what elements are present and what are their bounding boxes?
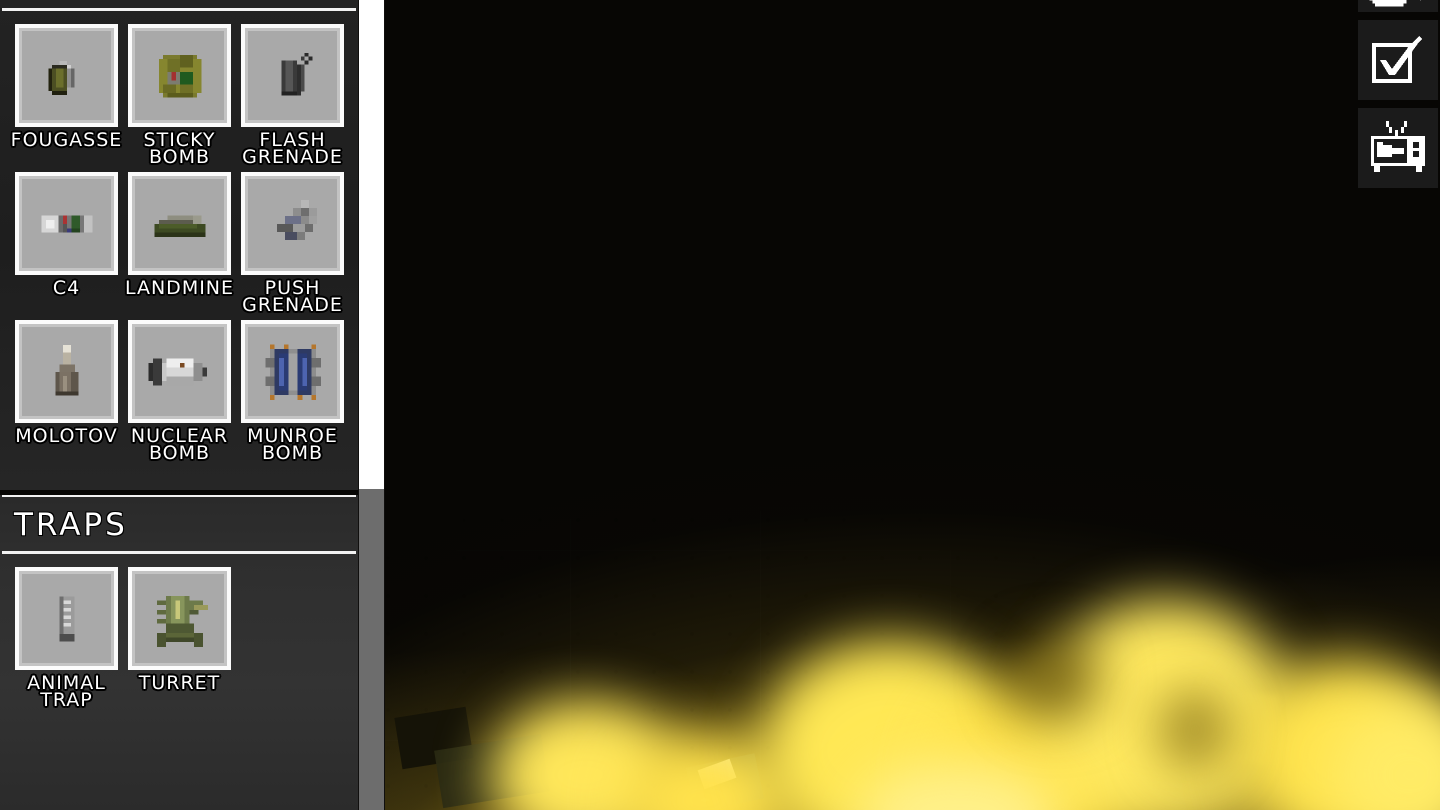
build-menu-sidebar[interactable]: EXPLOSIVES [0, 0, 358, 810]
item-label: MUNROE BOMB [247, 425, 338, 464]
scrollbar-thumb[interactable] [359, 0, 384, 489]
traps-item-grid[interactable]: ANIMAL TRAP TURRET [0, 554, 358, 715]
item-label: NUCLEAR BOMB [130, 425, 229, 464]
item-flash-grenade[interactable]: FLASH GRENADE [236, 24, 349, 168]
munroe-bomb-icon [245, 324, 340, 419]
item-label: MOLOTOV [15, 425, 118, 447]
explosives-item-grid[interactable]: FOUGASSE STICKY BOMB FLASH GRENADE C4 LA… [0, 11, 358, 468]
c4-icon [19, 176, 114, 271]
item-slot[interactable] [241, 24, 344, 127]
sticky-bomb-icon [132, 28, 227, 123]
item-turret[interactable]: TURRET [123, 567, 236, 709]
item-nuclear-bomb[interactable]: NUCLEAR BOMB [123, 320, 236, 464]
push-grenade-icon [245, 176, 340, 271]
item-landmine[interactable]: LANDMINE [123, 172, 236, 314]
game-screen: EXPLOSIVES [0, 0, 1440, 810]
section-title-explosives: EXPLOSIVES [0, 0, 358, 8]
item-label: LANDMINE [124, 277, 235, 299]
item-sticky-bomb[interactable]: STICKY BOMB [123, 24, 236, 168]
item-fougasse[interactable]: FOUGASSE [10, 24, 123, 166]
item-munroe-bomb[interactable]: MUNROE BOMB [236, 320, 349, 464]
tv-broadcast-icon [1371, 121, 1425, 172]
tool-rail[interactable] [1356, 0, 1440, 196]
item-animal-trap[interactable]: ANIMAL TRAP [10, 567, 123, 711]
item-slot[interactable] [15, 320, 118, 423]
section-title-traps: TRAPS [14, 507, 128, 543]
item-slot[interactable] [128, 567, 231, 670]
smoke-dark-2 [1160, 690, 1230, 770]
animal-trap-icon [19, 571, 114, 666]
video-camera-button[interactable] [1358, 0, 1438, 12]
checkbox-edit-icon [1372, 36, 1422, 83]
turret-icon [132, 571, 227, 666]
item-slot[interactable] [128, 320, 231, 423]
item-slot[interactable] [241, 320, 344, 423]
item-molotov[interactable]: MOLOTOV [10, 320, 123, 462]
item-label: FOUGASSE [10, 129, 123, 151]
item-label: FLASH GRENADE [242, 129, 343, 168]
checkbox-edit-button[interactable] [1358, 20, 1438, 100]
item-label: STICKY BOMB [143, 129, 216, 168]
item-slot[interactable] [15, 172, 118, 275]
item-label: ANIMAL TRAP [27, 672, 106, 711]
item-label: C4 [52, 277, 81, 299]
item-slot[interactable] [128, 24, 231, 127]
molotov-icon [19, 324, 114, 419]
item-push-grenade[interactable]: PUSH GRENADE [236, 172, 349, 316]
item-slot[interactable] [15, 24, 118, 127]
flash-grenade-icon [245, 28, 340, 123]
sidebar-scrollbar[interactable] [358, 0, 385, 810]
section-traps: TRAPS ANIMAL TRAP TURRET [0, 495, 358, 810]
landmine-icon [132, 176, 227, 271]
item-slot[interactable] [15, 567, 118, 670]
tv-broadcast-button[interactable] [1358, 108, 1438, 188]
item-c4[interactable]: C4 [10, 172, 123, 314]
video-camera-icon [1369, 0, 1421, 7]
item-slot[interactable] [241, 172, 344, 275]
item-slot[interactable] [128, 172, 231, 275]
item-label: PUSH GRENADE [242, 277, 343, 316]
smoke-dark-1 [1010, 640, 1100, 720]
nuclear-bomb-icon [132, 324, 227, 419]
fougasse-icon [19, 28, 114, 123]
section-explosives: EXPLOSIVES [0, 0, 358, 490]
item-label: TURRET [138, 672, 221, 694]
